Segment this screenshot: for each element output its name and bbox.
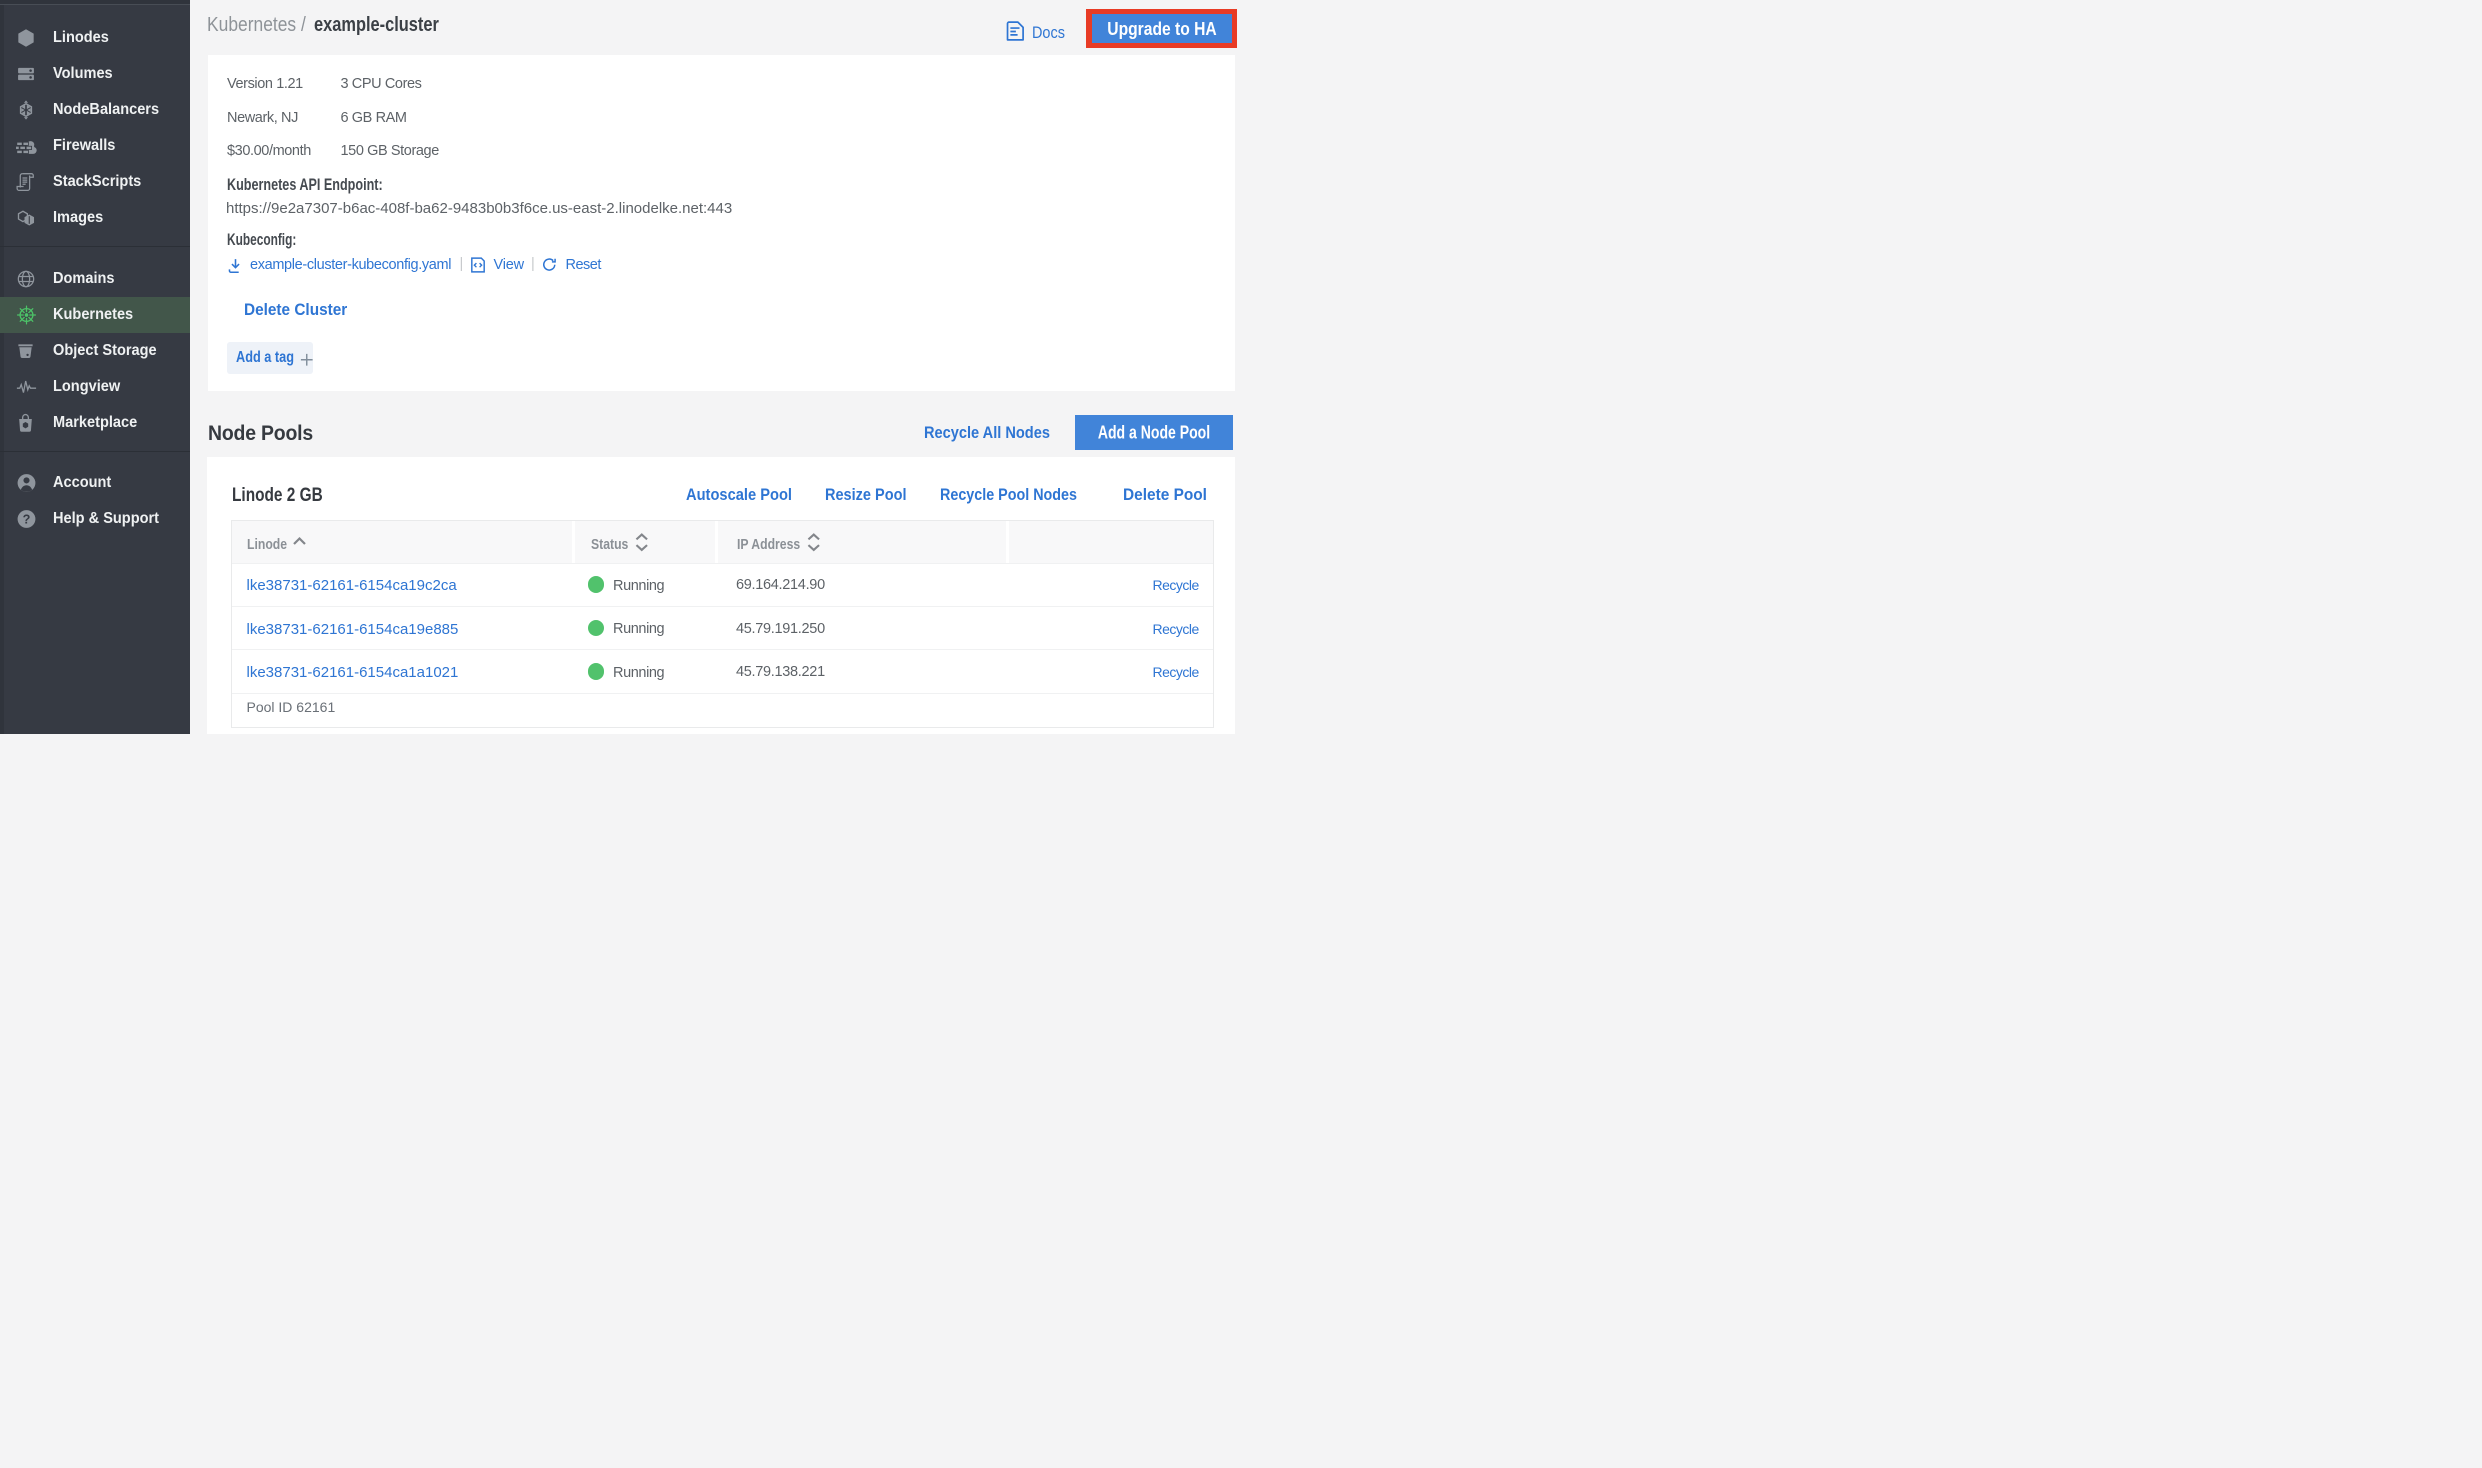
svg-text:?: ? (23, 512, 31, 526)
